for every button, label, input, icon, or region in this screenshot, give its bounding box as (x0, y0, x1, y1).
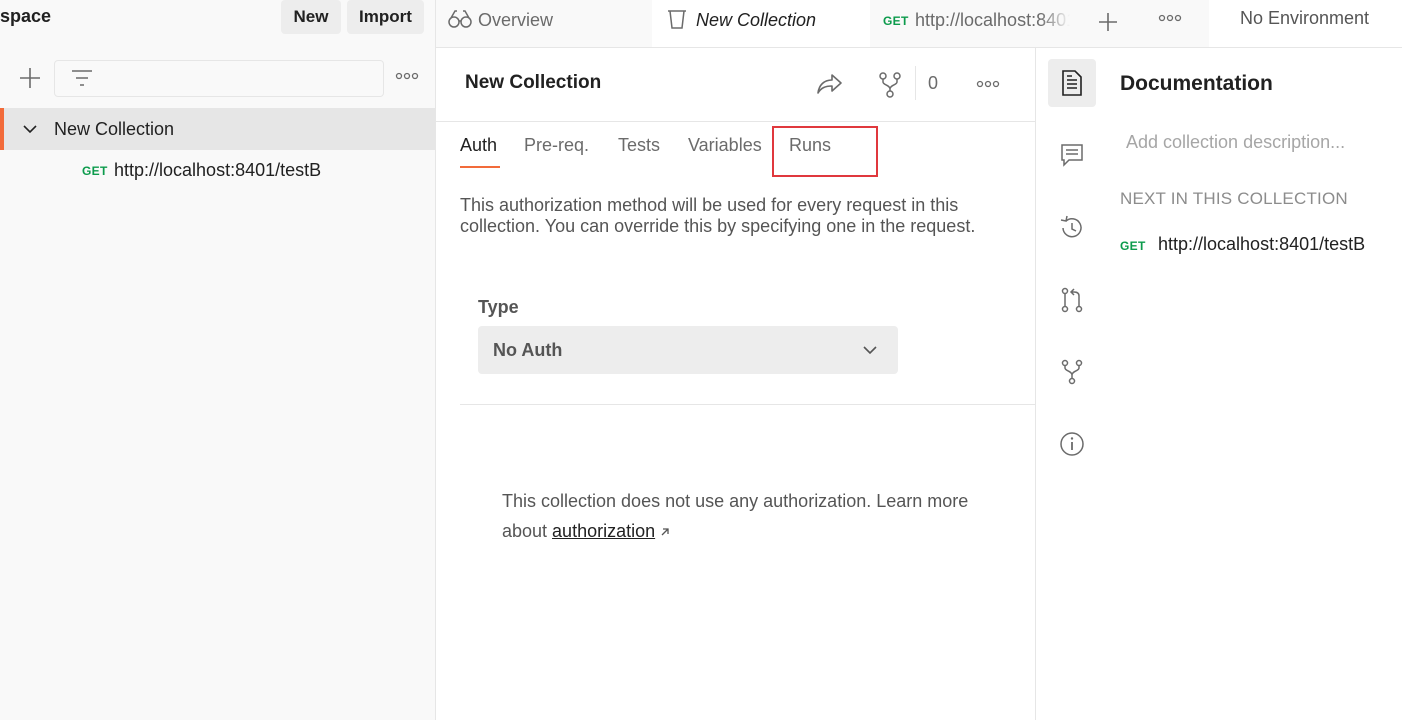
tab-request[interactable]: GET http://localhost:8401/testB (870, 0, 1084, 47)
tab-tests[interactable]: Tests (618, 135, 660, 156)
share-icon (817, 74, 842, 94)
tab-request-method: GET (883, 14, 909, 28)
more-icon (1158, 14, 1182, 22)
new-button[interactable]: New (281, 0, 341, 34)
chevron-down-icon[interactable] (22, 121, 38, 137)
collection-description-input[interactable]: Add collection description... (1126, 132, 1345, 153)
comment-icon (1061, 144, 1083, 167)
environment-selector[interactable]: No Environment (1209, 0, 1402, 47)
page-title: New Collection (465, 72, 602, 93)
no-auth-message: This collection does not use any authori… (502, 486, 972, 546)
more-icon (976, 80, 1000, 88)
tab-fade (1040, 0, 1083, 47)
forks-button[interactable] (1048, 348, 1096, 396)
method-badge: GET (1120, 239, 1146, 253)
tab-new-collection[interactable]: New Collection (652, 0, 871, 47)
info-icon (1060, 432, 1084, 456)
documentation-title: Documentation (1120, 72, 1273, 95)
collection-tree-item[interactable]: New Collection (0, 108, 435, 150)
sidebar-more-button[interactable] (395, 72, 419, 80)
next-request-url: http://localhost:8401/testB (1158, 234, 1366, 254)
active-tab-indicator (460, 166, 500, 168)
collection-icon (668, 10, 686, 29)
tab-more-button[interactable] (1133, 0, 1210, 47)
tab-bar: Overview New Collection GET http://local… (436, 0, 1402, 48)
type-label: Type (478, 297, 519, 317)
documentation-button[interactable] (1048, 59, 1096, 107)
info-button[interactable] (1048, 420, 1096, 468)
method-badge: GET (82, 164, 108, 178)
request-url: http://localhost:8401/testB (114, 160, 322, 180)
header-border (436, 121, 1035, 122)
fork-icon (1061, 359, 1083, 385)
pull-request-icon (1061, 287, 1083, 313)
add-collection-button[interactable] (18, 66, 42, 90)
next-in-collection-heading: NEXT IN THIS COLLECTION (1120, 189, 1348, 208)
filter-icon (72, 70, 92, 86)
authorization-link[interactable]: authorization (552, 521, 655, 541)
right-rail-divider (1035, 48, 1036, 720)
request-tree-item[interactable]: GET http://localhost:8401/testB (0, 152, 435, 190)
environment-label: No Environment (1240, 8, 1370, 28)
new-tab-button[interactable] (1083, 0, 1134, 47)
tab-pre-request[interactable]: Pre-req. (524, 135, 589, 156)
chevron-down-icon (863, 346, 877, 355)
selection-accent (0, 108, 4, 150)
pull-requests-button[interactable] (1048, 276, 1096, 324)
tab-collection-label: New Collection (696, 10, 817, 30)
comments-button[interactable] (1048, 131, 1096, 179)
collection-name: New Collection (54, 119, 175, 139)
overview-icon (448, 10, 472, 28)
plus-icon (1099, 13, 1117, 31)
share-button[interactable] (816, 71, 846, 99)
import-button[interactable]: Import (347, 0, 424, 34)
fork-button[interactable] (876, 71, 906, 99)
tab-overview-label: Overview (478, 10, 554, 30)
history-icon (1060, 215, 1082, 238)
workspace-title: space (0, 6, 52, 26)
tab-variables[interactable]: Variables (688, 135, 762, 156)
auth-description: This authorization method will be used f… (460, 195, 976, 236)
document-icon (1062, 70, 1082, 96)
tab-auth[interactable]: Auth (460, 135, 497, 156)
header-divider (915, 66, 916, 100)
fork-icon (879, 72, 901, 98)
auth-type-select[interactable]: No Auth (478, 326, 898, 374)
tab-overview[interactable]: Overview (436, 0, 653, 47)
changelog-button[interactable] (1048, 204, 1096, 252)
external-link-icon (661, 528, 669, 536)
sidebar: space New Import New Collection GET http… (0, 0, 436, 720)
auth-type-value: No Auth (493, 340, 563, 360)
collection-more-button[interactable] (976, 80, 1000, 88)
fork-count: 0 (928, 73, 939, 93)
plus-icon (20, 68, 40, 88)
more-icon (395, 72, 419, 80)
runs-highlight-box (772, 126, 878, 177)
filter-input[interactable] (54, 60, 384, 97)
section-divider (460, 404, 1035, 405)
